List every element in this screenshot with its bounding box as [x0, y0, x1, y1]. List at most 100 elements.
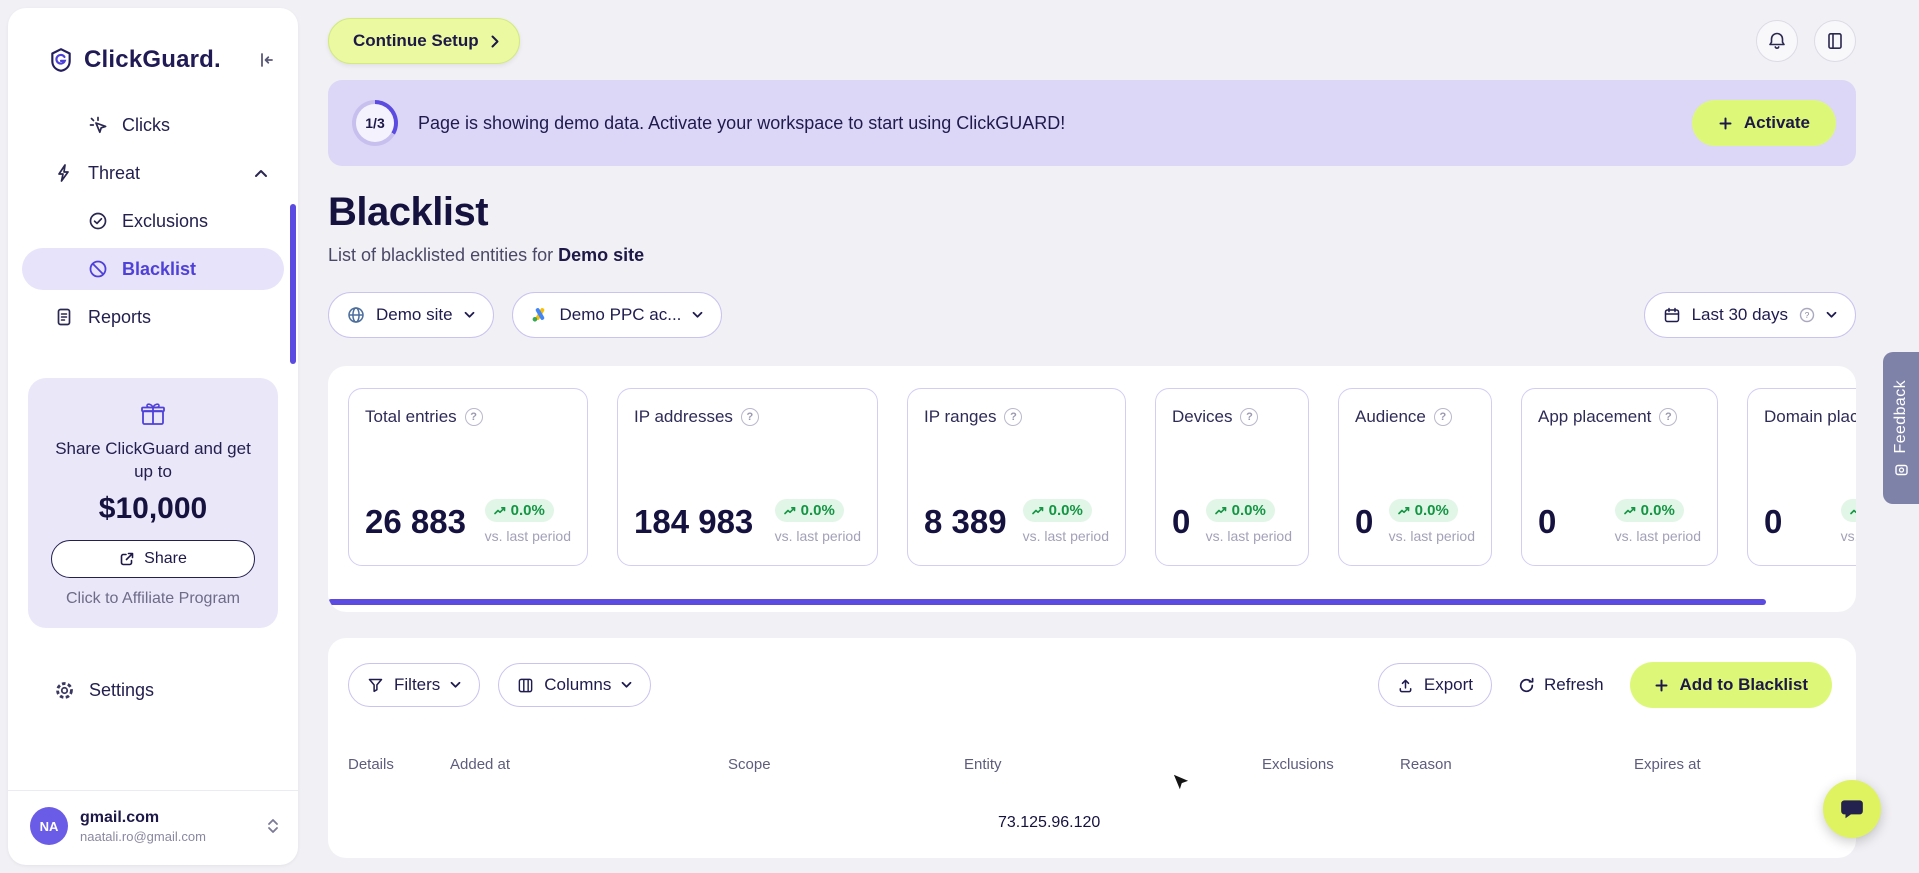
column-header[interactable]: Added at [450, 756, 510, 773]
chevron-down-icon [464, 311, 475, 319]
sidebar-item-exclusions[interactable]: Exclusions [22, 200, 284, 242]
info-icon[interactable]: ? [1004, 408, 1023, 426]
user-name: gmail.com [80, 808, 160, 826]
sidebar-item-label: Clicks [122, 114, 170, 135]
ban-icon [88, 259, 108, 279]
gear-icon [54, 680, 75, 701]
add-to-blacklist-button[interactable]: Add to Blacklist [1629, 662, 1832, 708]
trend-badge: 0.0% [1840, 498, 1856, 522]
date-range-selector[interactable]: Last 30 days ? [1643, 292, 1856, 338]
table-row[interactable]: 73.125.96.120 [348, 814, 1832, 840]
info-icon[interactable]: ? [740, 408, 759, 426]
svg-text:?: ? [1805, 310, 1810, 320]
filters-button[interactable]: Filters [348, 663, 481, 707]
document-icon [54, 307, 74, 327]
column-header[interactable]: Entity [964, 756, 1002, 773]
stat-vs-label: vs. last period [1388, 527, 1475, 544]
logo-row: ClickGuard. [8, 8, 298, 74]
date-range-label: Last 30 days [1691, 305, 1788, 324]
stat-label: Domain placement [1764, 407, 1856, 426]
sidebar-scrollbar[interactable] [290, 204, 296, 364]
column-header[interactable]: Exclusions [1262, 756, 1334, 773]
demo-data-banner: 1/3 Page is showing demo data. Activate … [328, 80, 1856, 166]
blacklist-table-panel: Filters Columns Export Refresh Add to Bl… [328, 638, 1856, 858]
sidebar-item-reports[interactable]: Reports [22, 296, 284, 338]
add-to-blacklist-label: Add to Blacklist [1679, 675, 1808, 694]
activate-button[interactable]: Activate [1691, 100, 1836, 146]
columns-label: Columns [544, 675, 612, 694]
calendar-icon [1663, 306, 1681, 324]
stat-value: 26 883 [365, 502, 466, 540]
affiliate-link[interactable]: Click to Affiliate Program [46, 590, 260, 608]
column-header[interactable]: Reason [1400, 756, 1452, 773]
user-menu[interactable]: NA gmail.com naatali.ro@gmail.com [8, 791, 298, 865]
stat-vs-label: vs. last period [1614, 527, 1701, 544]
filters-row: Demo site Demo PPC ac... Last 30 days ? [328, 292, 1856, 338]
export-button[interactable]: Export [1377, 663, 1492, 707]
column-header[interactable]: Scope [728, 756, 771, 773]
sidebar-item-clicks[interactable]: Clicks [22, 104, 284, 146]
info-icon[interactable]: ? [1433, 408, 1452, 426]
feedback-label: Feedback [1892, 379, 1909, 454]
brand-name: ClickGuard. [84, 46, 221, 73]
ppc-account-selector[interactable]: Demo PPC ac... [511, 292, 723, 338]
docs-button[interactable] [1814, 20, 1856, 62]
page-subtitle: List of blacklisted entities for Demo si… [328, 245, 1856, 266]
column-header[interactable]: Expires at [1634, 756, 1701, 773]
column-header[interactable]: Details [348, 756, 394, 773]
stat-card-ip-addresses: IP addresses? 184 983 0.0% vs. last peri… [617, 388, 878, 566]
chevron-down-icon [1826, 311, 1837, 319]
table-header-row: Details Added at Scope Entity Exclusions… [348, 756, 1832, 776]
columns-icon [517, 677, 534, 694]
sidebar-item-threat[interactable]: Threat [22, 152, 284, 194]
info-icon[interactable]: ? [1240, 408, 1259, 426]
site-selector[interactable]: Demo site [328, 292, 494, 338]
stat-card-domain-placement: Domain placement? 0 0.0% vs. last period [1747, 388, 1856, 566]
continue-setup-button[interactable]: Continue Setup [328, 18, 520, 64]
collapse-sidebar-icon[interactable] [258, 51, 276, 69]
lightning-icon [54, 163, 74, 183]
help-circle-icon: ? [1799, 307, 1815, 323]
screenshot-icon [1894, 463, 1908, 476]
notifications-button[interactable] [1756, 20, 1798, 62]
export-icon [1397, 677, 1414, 694]
chevrons-up-down-icon [266, 818, 280, 834]
sidebar-item-blacklist[interactable]: Blacklist [22, 248, 284, 290]
circle-check-icon [88, 211, 108, 231]
subtitle-site-name: Demo site [558, 245, 645, 265]
stat-value: 0 [1355, 502, 1374, 540]
chat-widget-button[interactable] [1823, 780, 1881, 838]
feedback-tab[interactable]: Feedback [1883, 352, 1919, 504]
stat-label: Audience [1355, 407, 1426, 426]
horizontal-scrollbar[interactable] [328, 599, 1766, 605]
sidebar-item-label: Exclusions [122, 210, 209, 231]
trend-up-icon [1214, 506, 1226, 515]
sidebar-item-label: Reports [88, 306, 152, 327]
sidebar: ClickGuard. Clicks Threat Exclusions Bla… [8, 8, 298, 865]
plus-icon [1654, 678, 1669, 693]
trend-badge: 0.0% [484, 498, 554, 522]
info-icon[interactable]: ? [1659, 408, 1678, 426]
trend-badge: 0.0% [1614, 498, 1684, 522]
refresh-button[interactable]: Refresh [1518, 675, 1604, 695]
stat-card-ip-ranges: IP ranges? 8 389 0.0% vs. last period [907, 388, 1126, 566]
continue-setup-label: Continue Setup [353, 31, 479, 50]
stat-vs-label: vs. last period [1840, 527, 1856, 544]
refresh-icon [1518, 677, 1535, 694]
table-toolbar: Filters Columns Export Refresh Add to Bl… [348, 662, 1832, 708]
share-button[interactable]: Share [51, 539, 255, 578]
stat-value: 0 [1538, 502, 1557, 540]
book-icon [1825, 31, 1845, 51]
info-icon[interactable]: ? [464, 408, 483, 426]
stat-card-audience: Audience? 0 0.0% vs. last period [1338, 388, 1492, 566]
chevron-down-icon [692, 311, 703, 319]
stat-card-devices: Devices? 0 0.0% vs. last period [1155, 388, 1309, 566]
stat-card-app-placement: App placement? 0 0.0% vs. last period [1521, 388, 1718, 566]
stat-label: App placement [1538, 407, 1652, 426]
promo-amount: $10,000 [98, 491, 208, 525]
sidebar-item-settings[interactable]: Settings [8, 680, 298, 701]
trend-badge: 0.0% [1388, 498, 1458, 522]
subtitle-prefix: List of blacklisted entities for [328, 245, 554, 265]
columns-button[interactable]: Columns [498, 663, 652, 707]
stat-vs-label: vs. last period [774, 527, 861, 544]
